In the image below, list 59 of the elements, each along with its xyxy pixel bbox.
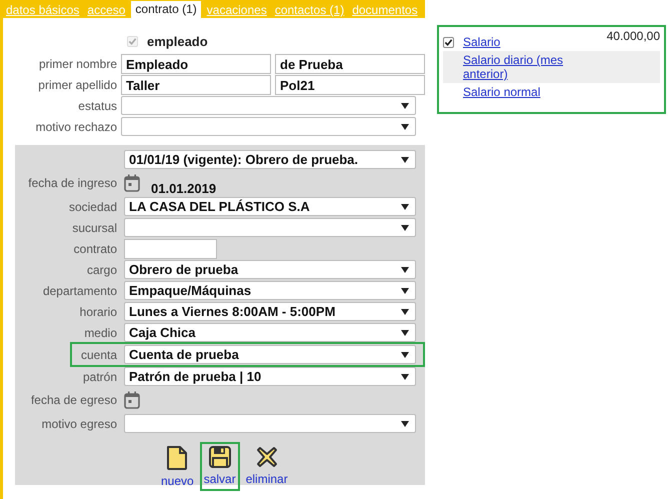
caret-icon (401, 352, 409, 358)
caret-icon (401, 156, 409, 162)
select-field[interactable]: Patrón de prueba | 10 (124, 367, 416, 386)
field-label: fecha de ingreso (27, 176, 117, 190)
select-field[interactable]: LA CASA DEL PLÁSTICO S.A (124, 197, 416, 216)
action-button[interactable]: eliminar (242, 442, 292, 491)
field-label: sucursal (71, 220, 117, 234)
document-icon (165, 445, 190, 471)
input-field[interactable]: Empleado (121, 54, 271, 74)
field-label: cargo (86, 262, 117, 276)
caret-icon (401, 224, 409, 230)
caret-icon (401, 204, 409, 210)
caret-icon (401, 374, 409, 380)
caret-icon (401, 124, 409, 130)
field-label: primer apellido (37, 78, 117, 92)
field-label: motivo rechazo (34, 120, 117, 134)
input-field[interactable]: Taller (121, 74, 271, 94)
select-field[interactable] (121, 96, 416, 115)
amount: 40.000,00 (606, 29, 660, 43)
select-field[interactable]: Empaque/Máquinas (124, 281, 416, 300)
select-field[interactable]: Caja Chica (124, 323, 416, 342)
tab[interactable]: contrato (1) (131, 1, 201, 18)
date-value: 01.01.2019 (151, 181, 216, 196)
select-field[interactable]: 01/01/19 (vigente): Obrero de prueba. (124, 150, 416, 169)
caret-icon (401, 330, 409, 336)
input-field[interactable] (124, 238, 217, 258)
action-button[interactable]: salvar (200, 442, 240, 491)
field-label: patrón (82, 370, 117, 384)
cross-icon (254, 445, 279, 469)
calendar-icon[interactable] (124, 174, 140, 192)
caret-icon (401, 308, 409, 314)
field-label: medio (83, 326, 117, 340)
field-label: contrato (72, 242, 117, 256)
field-label: horario (78, 304, 117, 318)
caret-icon (401, 266, 409, 272)
select-field[interactable] (124, 414, 416, 433)
input-field[interactable]: Pol21 (275, 74, 425, 94)
calendar-icon[interactable] (124, 391, 140, 409)
select-field[interactable]: Lunes a Viernes 8:00AM - 5:00PM (124, 302, 416, 321)
action-button[interactable]: nuevo (157, 442, 198, 491)
input-field[interactable]: de Prueba (275, 54, 425, 74)
field-label: cuenta (80, 348, 117, 362)
salary-link[interactable]: Salario (463, 35, 588, 49)
field-label: primer nombre (38, 56, 117, 70)
select-field[interactable] (124, 218, 416, 237)
checkbox-label: empleado (147, 34, 208, 48)
select-field[interactable] (121, 117, 416, 136)
select-field[interactable]: Obrero de prueba (124, 260, 416, 279)
checkbox[interactable] (443, 37, 454, 48)
caret-icon (401, 420, 409, 426)
select-field[interactable]: Cuenta de prueba (124, 345, 416, 364)
field-label: estatus (77, 98, 117, 112)
field-label: fecha de egreso (30, 393, 117, 407)
field-label: motivo egreso (40, 416, 117, 430)
salary-link[interactable]: Salario normal (463, 85, 588, 99)
caret-icon (401, 102, 409, 108)
field-label: departamento (42, 284, 117, 298)
field-label: sociedad (68, 200, 117, 214)
caret-icon (401, 288, 409, 294)
